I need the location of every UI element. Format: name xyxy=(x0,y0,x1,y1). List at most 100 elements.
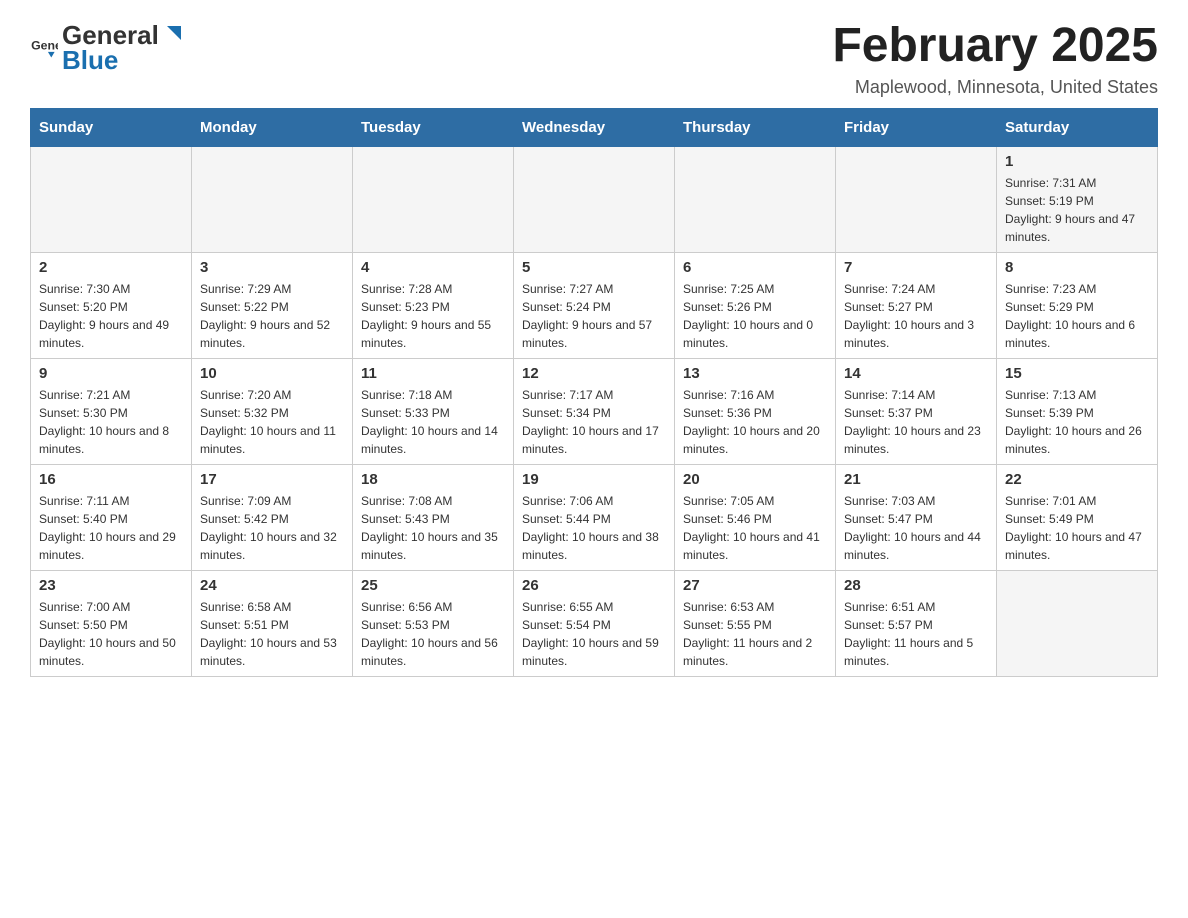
calendar-table: Sunday Monday Tuesday Wednesday Thursday… xyxy=(30,108,1158,677)
table-row xyxy=(675,146,836,252)
day-number: 22 xyxy=(1005,471,1149,488)
table-row: 22 Sunrise: 7:01 AMSunset: 5:49 PMDayligh… xyxy=(997,464,1158,570)
day-number: 16 xyxy=(39,471,183,488)
col-wednesday: Wednesday xyxy=(514,108,675,146)
day-info: Sunrise: 6:58 AMSunset: 5:51 PMDaylight:… xyxy=(200,598,344,670)
table-row: 18 Sunrise: 7:08 AMSunset: 5:43 PMDayligh… xyxy=(353,464,514,570)
day-info: Sunrise: 7:30 AMSunset: 5:20 PMDaylight:… xyxy=(39,280,183,352)
title-section: February 2025 Maplewood, Minnesota, Unit… xyxy=(832,20,1158,98)
calendar-week-2: 2Sunrise: 7:30 AMSunset: 5:20 PMDaylight… xyxy=(31,252,1158,358)
table-row: 14 Sunrise: 7:14 AMSunset: 5:37 PMDayligh… xyxy=(836,358,997,464)
table-row xyxy=(31,146,192,252)
day-number: 28 xyxy=(844,577,988,594)
col-thursday: Thursday xyxy=(675,108,836,146)
day-info: Sunrise: 7:29 AMSunset: 5:22 PMDaylight:… xyxy=(200,280,344,352)
col-friday: Friday xyxy=(836,108,997,146)
day-number: 8 xyxy=(1005,259,1149,276)
logo: General General Blue xyxy=(30,20,183,76)
day-number: 13 xyxy=(683,365,827,382)
day-number: 23 xyxy=(39,577,183,594)
day-number: 7 xyxy=(844,259,988,276)
table-row: 20Sunrise: 7:05 AMSunset: 5:46 PMDayligh… xyxy=(675,464,836,570)
table-row: 23 Sunrise: 7:00 AMSunset: 5:50 PMDayligh… xyxy=(31,570,192,676)
day-number: 18 xyxy=(361,471,505,488)
table-row: 11Sunrise: 7:18 AMSunset: 5:33 PMDayligh… xyxy=(353,358,514,464)
day-info: Sunrise: 7:24 AMSunset: 5:27 PMDaylight:… xyxy=(844,280,988,352)
logo-icon: General xyxy=(30,34,58,62)
table-row: 17 Sunrise: 7:09 AMSunset: 5:42 PMDayligh… xyxy=(192,464,353,570)
col-monday: Monday xyxy=(192,108,353,146)
day-number: 17 xyxy=(200,471,344,488)
day-number: 1 xyxy=(1005,153,1149,170)
day-info: Sunrise: 7:00 AMSunset: 5:50 PMDaylight:… xyxy=(39,598,183,670)
day-number: 6 xyxy=(683,259,827,276)
calendar-header-row: Sunday Monday Tuesday Wednesday Thursday… xyxy=(31,108,1158,146)
table-row: 2Sunrise: 7:30 AMSunset: 5:20 PMDaylight… xyxy=(31,252,192,358)
col-sunday: Sunday xyxy=(31,108,192,146)
day-info: Sunrise: 7:13 AMSunset: 5:39 PMDaylight:… xyxy=(1005,386,1149,458)
table-row: 25 Sunrise: 6:56 AMSunset: 5:53 PMDayligh… xyxy=(353,570,514,676)
day-number: 4 xyxy=(361,259,505,276)
table-row: 13 Sunrise: 7:16 AMSunset: 5:36 PMDayligh… xyxy=(675,358,836,464)
day-number: 27 xyxy=(683,577,827,594)
day-number: 25 xyxy=(361,577,505,594)
calendar-week-1: 1 Sunrise: 7:31 AMSunset: 5:19 PMDaylight… xyxy=(31,146,1158,252)
table-row: 7 Sunrise: 7:24 AMSunset: 5:27 PMDaylight… xyxy=(836,252,997,358)
day-info: Sunrise: 6:56 AMSunset: 5:53 PMDaylight:… xyxy=(361,598,505,670)
day-info: Sunrise: 7:18 AMSunset: 5:33 PMDaylight:… xyxy=(361,386,505,458)
table-row: 4 Sunrise: 7:28 AMSunset: 5:23 PMDaylight… xyxy=(353,252,514,358)
day-info: Sunrise: 7:09 AMSunset: 5:42 PMDaylight:… xyxy=(200,492,344,564)
day-info: Sunrise: 7:16 AMSunset: 5:36 PMDaylight:… xyxy=(683,386,827,458)
day-info: Sunrise: 7:01 AMSunset: 5:49 PMDaylight:… xyxy=(1005,492,1149,564)
day-info: Sunrise: 6:53 AMSunset: 5:55 PMDaylight:… xyxy=(683,598,827,670)
day-info: Sunrise: 7:08 AMSunset: 5:43 PMDaylight:… xyxy=(361,492,505,564)
logo-triangle-icon xyxy=(161,22,183,44)
table-row: 9 Sunrise: 7:21 AMSunset: 5:30 PMDaylight… xyxy=(31,358,192,464)
table-row: 5 Sunrise: 7:27 AMSunset: 5:24 PMDaylight… xyxy=(514,252,675,358)
col-saturday: Saturday xyxy=(997,108,1158,146)
day-info: Sunrise: 6:55 AMSunset: 5:54 PMDaylight:… xyxy=(522,598,666,670)
day-number: 26 xyxy=(522,577,666,594)
table-row: 26 Sunrise: 6:55 AMSunset: 5:54 PMDayligh… xyxy=(514,570,675,676)
day-info: Sunrise: 7:23 AMSunset: 5:29 PMDaylight:… xyxy=(1005,280,1149,352)
month-title: February 2025 xyxy=(832,20,1158,73)
table-row xyxy=(514,146,675,252)
day-info: Sunrise: 7:21 AMSunset: 5:30 PMDaylight:… xyxy=(39,386,183,458)
location-subtitle: Maplewood, Minnesota, United States xyxy=(832,77,1158,98)
day-number: 9 xyxy=(39,365,183,382)
table-row: 21Sunrise: 7:03 AMSunset: 5:47 PMDayligh… xyxy=(836,464,997,570)
svg-text:General: General xyxy=(31,39,58,53)
table-row: 19Sunrise: 7:06 AMSunset: 5:44 PMDayligh… xyxy=(514,464,675,570)
table-row: 6 Sunrise: 7:25 AMSunset: 5:26 PMDaylight… xyxy=(675,252,836,358)
calendar-week-5: 23 Sunrise: 7:00 AMSunset: 5:50 PMDayligh… xyxy=(31,570,1158,676)
day-number: 14 xyxy=(844,365,988,382)
day-info: Sunrise: 6:51 AMSunset: 5:57 PMDaylight:… xyxy=(844,598,988,670)
day-number: 15 xyxy=(1005,365,1149,382)
calendar-week-4: 16 Sunrise: 7:11 AMSunset: 5:40 PMDayligh… xyxy=(31,464,1158,570)
table-row: 8 Sunrise: 7:23 AMSunset: 5:29 PMDaylight… xyxy=(997,252,1158,358)
table-row: 12 Sunrise: 7:17 AMSunset: 5:34 PMDayligh… xyxy=(514,358,675,464)
day-info: Sunrise: 7:11 AMSunset: 5:40 PMDaylight:… xyxy=(39,492,183,564)
table-row: 16 Sunrise: 7:11 AMSunset: 5:40 PMDayligh… xyxy=(31,464,192,570)
col-tuesday: Tuesday xyxy=(353,108,514,146)
day-info: Sunrise: 7:14 AMSunset: 5:37 PMDaylight:… xyxy=(844,386,988,458)
day-info: Sunrise: 7:17 AMSunset: 5:34 PMDaylight:… xyxy=(522,386,666,458)
table-row: 3Sunrise: 7:29 AMSunset: 5:22 PMDaylight… xyxy=(192,252,353,358)
day-info: Sunrise: 7:28 AMSunset: 5:23 PMDaylight:… xyxy=(361,280,505,352)
table-row: 1 Sunrise: 7:31 AMSunset: 5:19 PMDaylight… xyxy=(997,146,1158,252)
day-info: Sunrise: 7:31 AMSunset: 5:19 PMDaylight:… xyxy=(1005,174,1149,246)
table-row xyxy=(997,570,1158,676)
table-row: 24Sunrise: 6:58 AMSunset: 5:51 PMDayligh… xyxy=(192,570,353,676)
day-number: 20 xyxy=(683,471,827,488)
day-info: Sunrise: 7:27 AMSunset: 5:24 PMDaylight:… xyxy=(522,280,666,352)
table-row xyxy=(836,146,997,252)
day-number: 10 xyxy=(200,365,344,382)
page-header: General General Blue February 2025 Maple… xyxy=(30,20,1158,98)
calendar-week-3: 9 Sunrise: 7:21 AMSunset: 5:30 PMDaylight… xyxy=(31,358,1158,464)
day-info: Sunrise: 7:25 AMSunset: 5:26 PMDaylight:… xyxy=(683,280,827,352)
table-row: 15 Sunrise: 7:13 AMSunset: 5:39 PMDayligh… xyxy=(997,358,1158,464)
day-number: 5 xyxy=(522,259,666,276)
table-row xyxy=(353,146,514,252)
day-number: 12 xyxy=(522,365,666,382)
table-row: 10Sunrise: 7:20 AMSunset: 5:32 PMDayligh… xyxy=(192,358,353,464)
